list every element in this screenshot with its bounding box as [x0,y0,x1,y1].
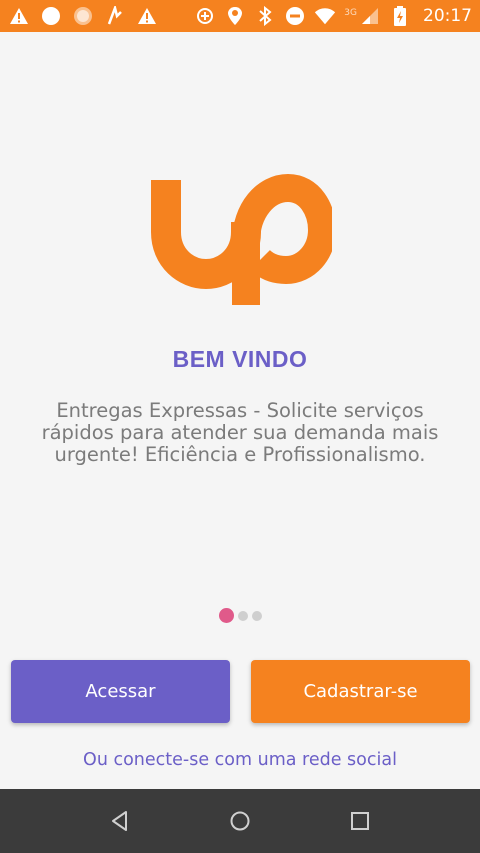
welcome-description: Entregas Expressas - Solicite serviços r… [41,399,439,466]
warning-icon [136,5,158,27]
do-not-disturb-icon [284,5,306,27]
recents-icon[interactable] [340,801,380,841]
circle-icon [40,5,62,27]
status-bar: 3G 20:17 [0,0,480,32]
page-dot[interactable] [237,610,248,621]
access-button[interactable]: Acessar [11,660,230,723]
page-dot-active[interactable] [218,608,234,623]
battery-icon [389,5,411,27]
network-type-label: 3G [344,8,357,18]
page-indicator [0,608,480,623]
home-icon[interactable] [220,801,260,841]
status-bar-system: 3G 20:17 [194,5,472,27]
welcome-title: BEM VINDO [172,346,308,372]
bluetooth-icon [254,5,276,27]
status-bar-notifications [8,5,158,27]
circle-faded-icon [72,5,94,27]
social-login-link[interactable]: Ou conecte-se com uma rede social [0,750,480,770]
location-icon [224,5,246,27]
up-logo [151,173,332,305]
logo-letter-p [232,173,332,305]
clock: 20:17 [423,6,472,26]
back-icon[interactable] [100,801,140,841]
lightning-icon [104,5,126,27]
wifi-icon [314,5,336,27]
warning-icon [8,5,30,27]
signal-icon [359,5,381,27]
system-nav-bar [0,789,480,853]
page-dot[interactable] [251,610,262,621]
signup-button[interactable]: Cadastrar-se [251,660,470,723]
gps-icon [194,5,216,27]
